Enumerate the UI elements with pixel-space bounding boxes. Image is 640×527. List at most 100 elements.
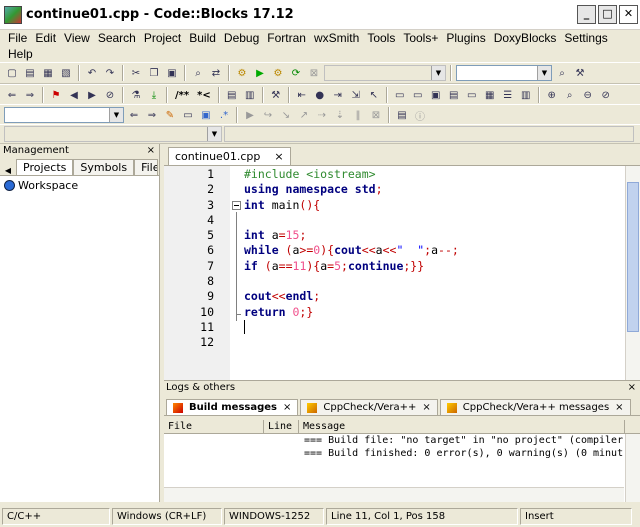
menu-plugins[interactable]: Plugins — [442, 30, 489, 46]
abort-icon[interactable]: ⊠ — [306, 65, 322, 81]
editor-vertical-scrollbar[interactable] — [625, 166, 640, 380]
search-icon[interactable]: ⌕ — [554, 65, 570, 81]
tab-cppcheck-vera-messages[interactable]: CppCheck/Vera++ messages × — [439, 399, 631, 415]
cut-icon[interactable]: ✂ — [128, 65, 144, 81]
menu-fortran[interactable]: Fortran — [263, 30, 310, 46]
build-run-icon[interactable]: ⚙ — [270, 65, 286, 81]
menu-search[interactable]: Search — [94, 30, 140, 46]
highlight-icon[interactable]: ✎ — [162, 107, 178, 123]
debug-step-out-icon[interactable]: ↗ — [296, 107, 312, 123]
prev-icon[interactable]: ⇐ — [126, 107, 142, 123]
minimize-button[interactable]: _ — [577, 5, 596, 24]
chm-doc-icon[interactable]: ▥ — [242, 87, 258, 103]
shape-frame-icon[interactable]: ▣ — [428, 87, 444, 103]
menu-build[interactable]: Build — [185, 30, 220, 46]
menu-help[interactable]: Help — [4, 46, 37, 62]
menu-project[interactable]: Project — [140, 30, 185, 46]
code-line[interactable]: 2 using namespace std; — [164, 182, 640, 197]
debug-stop-icon[interactable]: ⊠ — [368, 107, 384, 123]
doxy-line-comment-button[interactable]: *< — [194, 90, 214, 101]
editor-tab-close-button[interactable]: × — [274, 150, 283, 163]
regex-icon[interactable]: .* — [216, 107, 232, 123]
zoom-in-icon[interactable]: ⊕ — [544, 87, 560, 103]
menu-tools-plus[interactable]: Tools+ — [399, 30, 442, 46]
maximize-button[interactable]: □ — [598, 5, 617, 24]
column-file[interactable]: File — [164, 420, 264, 433]
code-line[interactable]: 11 — [164, 319, 640, 335]
save-all-icon[interactable]: ▧ — [58, 65, 74, 81]
menu-view[interactable]: View — [60, 30, 94, 46]
forward-icon[interactable]: ⇒ — [22, 87, 38, 103]
debug-end-icon[interactable]: ⇲ — [348, 87, 364, 103]
logs-close-button[interactable]: × — [628, 381, 636, 395]
replace-icon[interactable]: ⇄ — [208, 65, 224, 81]
code-completion-scope-select[interactable]: ▼ — [4, 107, 124, 123]
search-combo[interactable]: ▼ — [456, 65, 552, 81]
menu-tools[interactable]: Tools — [363, 30, 399, 46]
back-icon[interactable]: ⇐ — [4, 87, 20, 103]
doxy-wizard-icon[interactable]: ⚗ — [128, 87, 144, 103]
color-icon[interactable]: ▣ — [198, 107, 214, 123]
config-icon[interactable]: ⚒ — [268, 87, 284, 103]
select-icon[interactable]: ▭ — [180, 107, 196, 123]
paste-icon[interactable]: ▣ — [164, 65, 180, 81]
rebuild-icon[interactable]: ⟳ — [288, 65, 304, 81]
debug-step-into-icon[interactable]: ↘ — [278, 107, 294, 123]
tab-files[interactable]: File — [134, 159, 159, 175]
step-forward-icon[interactable]: ⇥ — [330, 87, 346, 103]
pin-icon[interactable]: ⊘ — [598, 87, 614, 103]
table-row[interactable]: === Build finished: 0 error(s), 0 warnin… — [164, 447, 640, 460]
tab-projects[interactable]: Projects — [16, 159, 74, 175]
zoom-out-icon[interactable]: ⊖ — [580, 87, 596, 103]
tab-close-button[interactable]: × — [283, 402, 291, 413]
management-close-button[interactable]: × — [147, 144, 155, 158]
next-icon[interactable]: ⇒ — [144, 107, 160, 123]
select-arrow-icon[interactable]: ↖ — [366, 87, 382, 103]
debug-info-icon[interactable]: ⓘ — [412, 107, 428, 123]
code-line[interactable]: 3 int main(){ — [164, 198, 640, 213]
undo-icon[interactable]: ↶ — [84, 65, 100, 81]
log-horizontal-scrollbar[interactable] — [164, 487, 624, 502]
menu-edit[interactable]: Edit — [31, 30, 60, 46]
breakpoint-icon[interactable]: ● — [312, 87, 328, 103]
shape-window-icon[interactable]: ▤ — [446, 87, 462, 103]
bookmark-clear-icon[interactable]: ⊘ — [102, 87, 118, 103]
tab-cppcheck-vera[interactable]: CppCheck/Vera++ × — [300, 399, 438, 415]
save-icon[interactable]: ▦ — [40, 65, 56, 81]
zoom-icon[interactable]: ⌕ — [562, 87, 578, 103]
copy-icon[interactable]: ❐ — [146, 65, 162, 81]
workspace-node[interactable]: Workspace — [0, 176, 159, 195]
tab-close-button[interactable]: × — [422, 402, 430, 413]
run-icon[interactable]: ▶ — [252, 65, 268, 81]
menu-debug[interactable]: Debug — [220, 30, 263, 46]
step-back-icon[interactable]: ⇤ — [294, 87, 310, 103]
menu-file[interactable]: File — [4, 30, 31, 46]
shape-sizer-icon[interactable]: ▥ — [518, 87, 534, 103]
debug-run-icon[interactable]: ▶ — [242, 107, 258, 123]
debug-windows-icon[interactable]: ▤ — [394, 107, 410, 123]
debug-next-instr-icon[interactable]: ⇢ — [314, 107, 330, 123]
tab-symbols[interactable]: Symbols — [73, 159, 135, 175]
tab-scroll-left-icon[interactable]: ◀ — [0, 166, 16, 175]
open-file-icon[interactable]: ▤ — [22, 65, 38, 81]
code-line[interactable]: 12 — [164, 335, 640, 350]
build-gear-icon[interactable]: ⚙ — [234, 65, 250, 81]
bookmark-next-icon[interactable]: ▶ — [84, 87, 100, 103]
build-target-select[interactable]: ▼ — [324, 65, 446, 81]
symbol-select[interactable]: ▼ — [4, 126, 222, 142]
debug-break-icon[interactable]: ‖ — [350, 107, 366, 123]
code-line[interactable]: 1 #include <iostream> — [164, 167, 640, 182]
menu-wxsmith[interactable]: wxSmith — [310, 30, 363, 46]
new-file-icon[interactable]: ▢ — [4, 65, 20, 81]
code-editor[interactable]: 1 #include <iostream> 2 using namespace std… — [164, 166, 640, 380]
tab-close-button[interactable]: × — [615, 402, 623, 413]
close-button[interactable]: ✕ — [619, 5, 638, 24]
html-doc-icon[interactable]: ▤ — [224, 87, 240, 103]
shape-box-icon[interactable]: ▭ — [410, 87, 426, 103]
fold-toggle-icon[interactable] — [232, 200, 241, 210]
doxy-extract-icon[interactable]: ⤓ — [146, 87, 162, 103]
debug-step-icon[interactable]: ↪ — [260, 107, 276, 123]
shape-list-icon[interactable]: ☰ — [500, 87, 516, 103]
scrollbar-thumb[interactable] — [627, 182, 639, 332]
redo-icon[interactable]: ↷ — [102, 65, 118, 81]
